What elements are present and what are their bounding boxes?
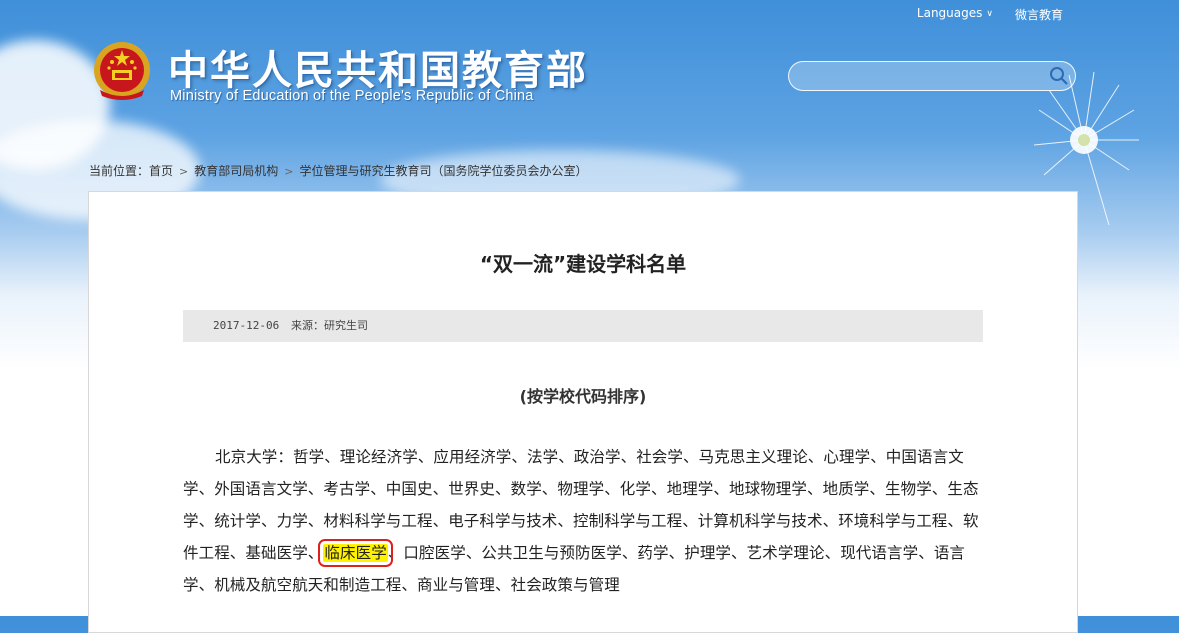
article-meta: 2017-12-06 来源：研究生司	[183, 310, 983, 342]
article-source: 来源：研究生司	[291, 319, 368, 332]
weiyan-link[interactable]: 微言教育	[1015, 6, 1063, 23]
publish-date: 2017-12-06	[213, 319, 280, 332]
breadcrumb-prefix: 当前位置：	[89, 164, 150, 178]
site-subtitle: Ministry of Education of the People's Re…	[170, 88, 534, 104]
chevron-right-icon: >	[179, 165, 189, 178]
chevron-right-icon: >	[284, 165, 294, 178]
breadcrumb-bureaus[interactable]: 教育部司局机构	[194, 164, 278, 178]
breadcrumb-department[interactable]: 学位管理与研究生教育司（国务院学位委员会办公室）	[299, 164, 587, 178]
article-subhead: (按学校代码排序)	[519, 387, 647, 406]
highlighted-discipline: 临床医学	[318, 539, 393, 567]
article-panel: “双一流”建设学科名单 2017-12-06 来源：研究生司 (按学校代码排序)…	[88, 191, 1078, 633]
search-icon[interactable]	[1049, 66, 1069, 86]
article-body: 北京大学：哲学、理论经济学、应用经济学、法学、政治学、社会学、马克思主义理论、心…	[183, 441, 985, 601]
search-box	[788, 61, 1076, 91]
national-emblem-icon	[94, 42, 150, 100]
top-links: Languages ∨ 微言教育	[917, 6, 1063, 23]
languages-label: Languages	[916, 6, 983, 20]
chevron-down-icon: ∨	[986, 9, 993, 19]
languages-menu[interactable]: Languages ∨	[917, 6, 993, 23]
search-input[interactable]	[799, 66, 1033, 86]
article-title: “双一流”建设学科名单	[479, 252, 687, 276]
breadcrumb: 当前位置：首页 > 教育部司局机构 > 学位管理与研究生教育司（国务院学位委员会办公室）	[89, 162, 588, 179]
breadcrumb-home[interactable]: 首页	[149, 164, 173, 178]
